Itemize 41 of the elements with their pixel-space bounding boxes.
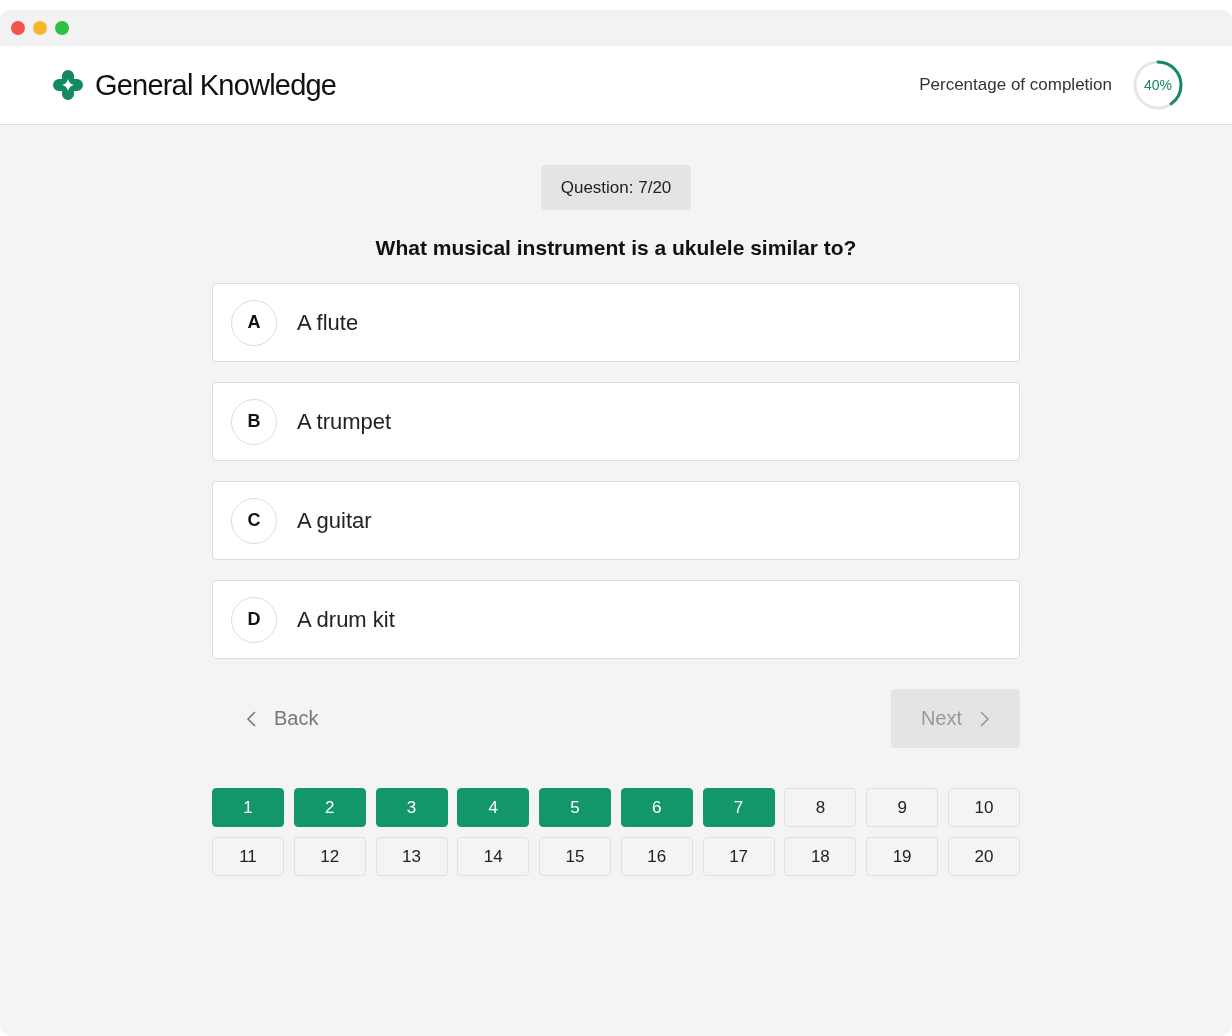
question-number-button[interactable]: 3 xyxy=(375,788,448,827)
question-number-button[interactable]: 12 xyxy=(293,837,366,876)
question-number-button[interactable]: 15 xyxy=(539,837,612,876)
answer-option[interactable]: A A flute xyxy=(212,283,1020,362)
question-number-button[interactable]: 1 xyxy=(212,788,284,827)
completion-label: Percentage of completion xyxy=(919,75,1112,95)
question-number-button[interactable]: 11 xyxy=(212,837,284,876)
question-number-button[interactable]: 6 xyxy=(620,788,693,827)
option-text: A drum kit xyxy=(297,606,395,633)
option-text: A trumpet xyxy=(297,408,392,435)
completion-reading: 40% xyxy=(1144,77,1172,93)
question-number-button[interactable]: 5 xyxy=(539,788,612,827)
question-number-button[interactable]: 4 xyxy=(457,788,530,827)
app-title: General Knowledge xyxy=(95,68,337,102)
question-number-button[interactable]: 10 xyxy=(947,788,1020,827)
question-number-button[interactable]: 9 xyxy=(866,788,939,827)
question-number-button[interactable]: 19 xyxy=(866,837,939,876)
progress-ring xyxy=(1132,59,1184,111)
question-number-button[interactable]: 16 xyxy=(620,837,693,876)
chevron-left-icon xyxy=(246,709,258,728)
close-window-icon[interactable] xyxy=(11,21,25,35)
answer-option[interactable]: C A guitar xyxy=(212,481,1020,560)
question-number-button[interactable]: 20 xyxy=(947,837,1020,876)
chevron-right-icon xyxy=(978,709,990,728)
question-text: What musical instrument is a ukulele similar to? xyxy=(375,236,857,260)
question-number-button[interactable]: 2 xyxy=(293,788,366,827)
question-number-button[interactable]: 17 xyxy=(702,837,775,876)
question-number-button[interactable]: 13 xyxy=(375,837,448,876)
flower-logo-icon xyxy=(52,69,84,101)
answer-option[interactable]: D A drum kit xyxy=(212,580,1020,659)
back-button[interactable]: Back xyxy=(212,689,349,748)
minimize-window-icon[interactable] xyxy=(33,21,47,35)
question-number-button[interactable]: 14 xyxy=(457,837,530,876)
maximize-window-icon[interactable] xyxy=(55,21,69,35)
question-number-button[interactable]: 8 xyxy=(784,788,857,827)
question-number-button[interactable]: 7 xyxy=(702,788,775,827)
option-text: A flute xyxy=(297,309,359,336)
question-number-button[interactable]: 18 xyxy=(784,837,857,876)
question-counter: Question: 7/20 xyxy=(540,165,692,210)
answer-option[interactable]: B A trumpet xyxy=(212,382,1020,461)
option-text: A guitar xyxy=(297,507,372,534)
